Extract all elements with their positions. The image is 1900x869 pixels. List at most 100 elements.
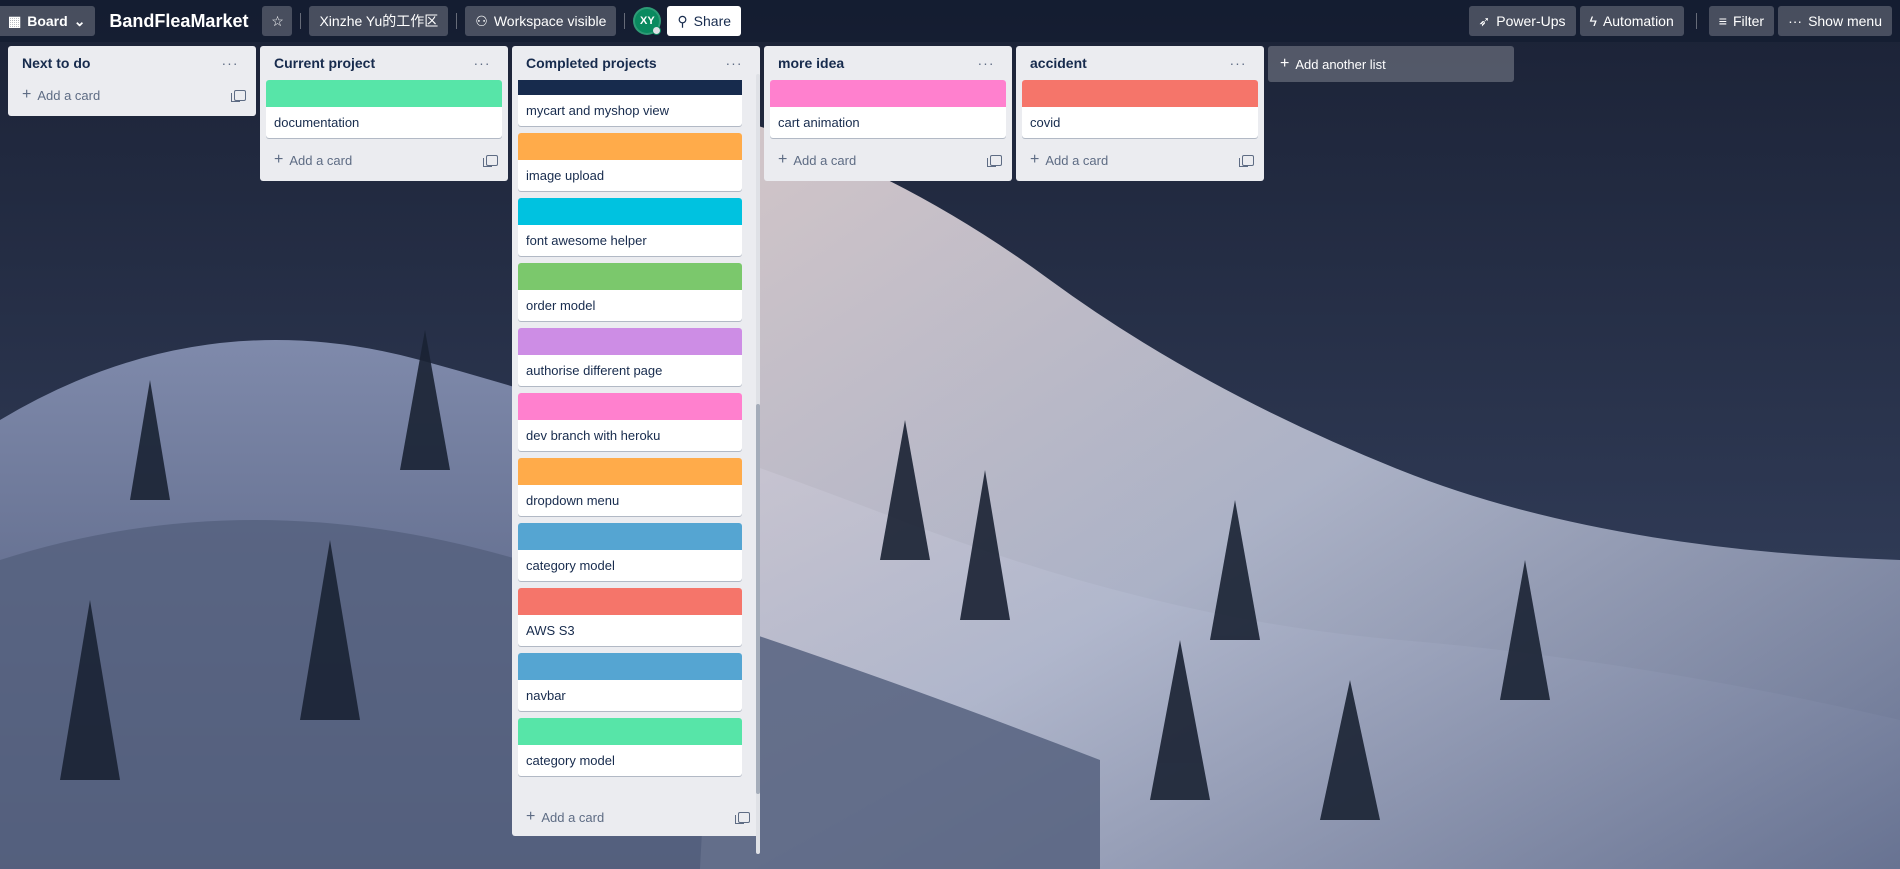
card-cover xyxy=(518,80,742,95)
filter-button[interactable]: ≡ Filter xyxy=(1708,6,1775,36)
list-next-to-do: Next to do ··· + Add a card xyxy=(8,46,256,116)
share-label: Share xyxy=(693,13,732,29)
add-list-label: Add another list xyxy=(1295,56,1386,72)
card-template-icon[interactable] xyxy=(987,154,1002,167)
card-title: cart animation xyxy=(778,115,860,130)
card[interactable]: dropdown menu xyxy=(518,458,742,516)
list-accident: accident ··· covid + Add a card xyxy=(1016,46,1264,181)
list-title[interactable]: Next to do xyxy=(22,55,90,71)
plus-icon: + xyxy=(1030,151,1040,168)
card-title: font awesome helper xyxy=(526,233,647,248)
board-title[interactable]: BandFleaMarket xyxy=(95,11,262,32)
add-card-button[interactable]: + Add a card xyxy=(22,87,100,103)
show-menu-button[interactable]: ··· Show menu xyxy=(1778,6,1892,36)
add-card-button[interactable]: + Add a card xyxy=(1030,152,1108,168)
member-avatar[interactable]: XY xyxy=(633,7,662,35)
workspace-button[interactable]: Xinzhe Yu的工作区 xyxy=(309,6,449,36)
list-title[interactable]: accident xyxy=(1030,55,1087,71)
card[interactable]: image upload xyxy=(518,133,742,191)
card-title: navbar xyxy=(526,688,566,703)
more-icon: ··· xyxy=(1788,13,1803,29)
card-cover xyxy=(770,80,1006,107)
card[interactable]: font awesome helper xyxy=(518,198,742,256)
card-cover xyxy=(518,133,742,160)
visibility-label: Workspace visible xyxy=(493,13,607,29)
list-more-idea: more idea ··· cart animation + Add a car… xyxy=(764,46,1012,181)
avatar-initials: XY xyxy=(640,15,655,27)
plus-icon: + xyxy=(1280,55,1290,72)
show-menu-label: Show menu xyxy=(1808,13,1882,29)
add-card-label: Add a card xyxy=(793,152,857,168)
list-title[interactable]: more idea xyxy=(778,55,844,71)
card-title: covid xyxy=(1030,115,1061,130)
powerups-label: Power-Ups xyxy=(1496,13,1566,29)
add-card-button[interactable]: + Add a card xyxy=(778,152,856,168)
list-menu-icon[interactable]: ··· xyxy=(1226,51,1250,75)
card[interactable]: documentation xyxy=(266,80,502,138)
lightning-icon: ϟ xyxy=(1589,13,1597,29)
card[interactable]: category model xyxy=(518,523,742,581)
list-completed-projects: Completed projects ··· mycart and myshop… xyxy=(512,46,760,854)
card[interactable]: authorise different page xyxy=(518,328,742,386)
people-icon: ⚇ xyxy=(475,12,488,29)
card-title: dropdown menu xyxy=(526,493,620,508)
card-template-icon[interactable] xyxy=(231,89,246,102)
powerups-button[interactable]: ➶ Power-Ups xyxy=(1468,6,1576,36)
card[interactable]: cart animation xyxy=(770,80,1006,138)
list-menu-icon[interactable]: ··· xyxy=(974,51,998,75)
add-list-button[interactable]: + Add another list xyxy=(1268,46,1514,82)
plus-icon: + xyxy=(526,808,536,825)
card[interactable]: order model xyxy=(518,263,742,321)
card-title: image upload xyxy=(526,168,605,183)
card-title: order model xyxy=(526,298,596,313)
board-icon: ▦ xyxy=(8,12,22,29)
filter-label: Filter xyxy=(1732,13,1765,29)
card-title: mycart and myshop view xyxy=(526,103,670,118)
scrollbar-thumb[interactable] xyxy=(756,404,760,794)
card[interactable]: dev branch with heroku xyxy=(518,393,742,451)
header-divider xyxy=(456,13,458,29)
add-card-label: Add a card xyxy=(1045,152,1109,168)
card-cover xyxy=(518,523,742,550)
plus-icon: + xyxy=(274,151,284,168)
card-template-icon[interactable] xyxy=(483,154,498,167)
list-menu-icon[interactable]: ··· xyxy=(218,51,242,75)
visibility-button[interactable]: ⚇ Workspace visible xyxy=(465,6,617,36)
share-button[interactable]: ⚲ Share xyxy=(667,6,742,36)
list-title[interactable]: Current project xyxy=(274,55,375,71)
card[interactable]: navbar xyxy=(518,653,742,711)
card-title: category model xyxy=(526,753,615,768)
add-card-button[interactable]: + Add a card xyxy=(274,152,352,168)
card-list-scroll[interactable]: mycart and myshop view image upload font a… xyxy=(518,80,754,802)
card-template-icon[interactable] xyxy=(735,811,750,824)
chevron-down-icon: ⌄ xyxy=(73,12,86,29)
card[interactable]: category model xyxy=(518,718,742,776)
star-board-button[interactable]: ☆ xyxy=(262,6,293,36)
card-cover xyxy=(518,718,742,745)
star-icon: ☆ xyxy=(271,12,284,29)
card[interactable]: AWS S3 xyxy=(518,588,742,646)
automation-button[interactable]: ϟ Automation xyxy=(1579,6,1684,36)
header-divider xyxy=(300,13,302,29)
add-card-label: Add a card xyxy=(289,152,353,168)
plus-icon: + xyxy=(22,86,32,103)
board-view-label: Board xyxy=(27,13,68,29)
header-divider xyxy=(624,13,626,29)
card-title: dev branch with heroku xyxy=(526,428,661,443)
add-card-label: Add a card xyxy=(541,809,605,825)
card-cover xyxy=(518,328,742,355)
card-template-icon[interactable] xyxy=(1239,154,1254,167)
list-menu-icon[interactable]: ··· xyxy=(470,51,494,75)
card-cover xyxy=(518,393,742,420)
card-title: AWS S3 xyxy=(526,623,575,638)
card[interactable]: mycart and myshop view xyxy=(518,80,742,126)
card[interactable]: covid xyxy=(1022,80,1258,138)
list-title[interactable]: Completed projects xyxy=(526,55,657,71)
list-scrollbar[interactable] xyxy=(756,74,760,854)
card-cover xyxy=(518,458,742,485)
automation-label: Automation xyxy=(1602,13,1674,29)
board-view-switcher[interactable]: ▦ Board ⌄ xyxy=(0,6,96,36)
card-cover xyxy=(518,263,742,290)
list-menu-icon[interactable]: ··· xyxy=(722,51,746,75)
add-card-button[interactable]: + Add a card xyxy=(526,809,604,825)
